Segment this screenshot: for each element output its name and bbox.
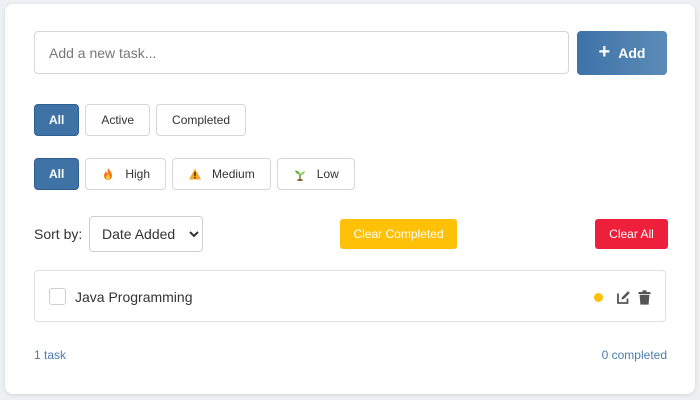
plus-icon: +: [598, 41, 611, 63]
new-task-input[interactable]: [34, 31, 569, 74]
sort-select[interactable]: Date Added: [89, 216, 203, 252]
priority-medium-label: Medium: [212, 167, 255, 181]
add-task-button[interactable]: + Add: [577, 31, 667, 75]
task-text: Java Programming: [75, 289, 193, 305]
sort-label: Sort by:: [34, 226, 83, 242]
fire-icon: [104, 168, 113, 180]
clear-all-button[interactable]: Clear All: [595, 219, 668, 249]
filter-priority-high[interactable]: High: [85, 158, 167, 190]
filter-status-completed[interactable]: Completed: [156, 104, 247, 136]
status-filter-group: All Active Completed: [34, 104, 247, 136]
priority-low-label: Low: [316, 167, 339, 181]
filter-priority-low[interactable]: Low: [276, 158, 355, 190]
filter-priority-medium[interactable]: Medium: [172, 158, 271, 190]
completed-count: 0 completed: [601, 348, 667, 362]
priority-filter-group: All High Medium Low: [34, 158, 355, 190]
task-item: Java Programming: [34, 270, 666, 322]
clear-completed-button[interactable]: Clear Completed: [340, 219, 457, 249]
priority-high-label: High: [125, 167, 151, 181]
priority-dot: [594, 293, 603, 302]
task-checkbox[interactable]: [49, 288, 66, 305]
filter-priority-all[interactable]: All: [34, 158, 80, 190]
todo-card: + Add All Active Completed All High Medi…: [5, 4, 695, 394]
add-button-label: Add: [618, 45, 646, 61]
sort-toolbar: Sort by: Date Added Clear Completed Clea…: [34, 216, 668, 252]
filter-status-all[interactable]: All: [34, 104, 80, 136]
seedling-icon: [294, 170, 305, 181]
task-count: 1 task: [34, 348, 67, 362]
trash-icon[interactable]: [638, 290, 651, 305]
warning-icon: [189, 168, 202, 180]
filter-status-active[interactable]: Active: [85, 104, 151, 136]
edit-icon[interactable]: [616, 290, 631, 305]
